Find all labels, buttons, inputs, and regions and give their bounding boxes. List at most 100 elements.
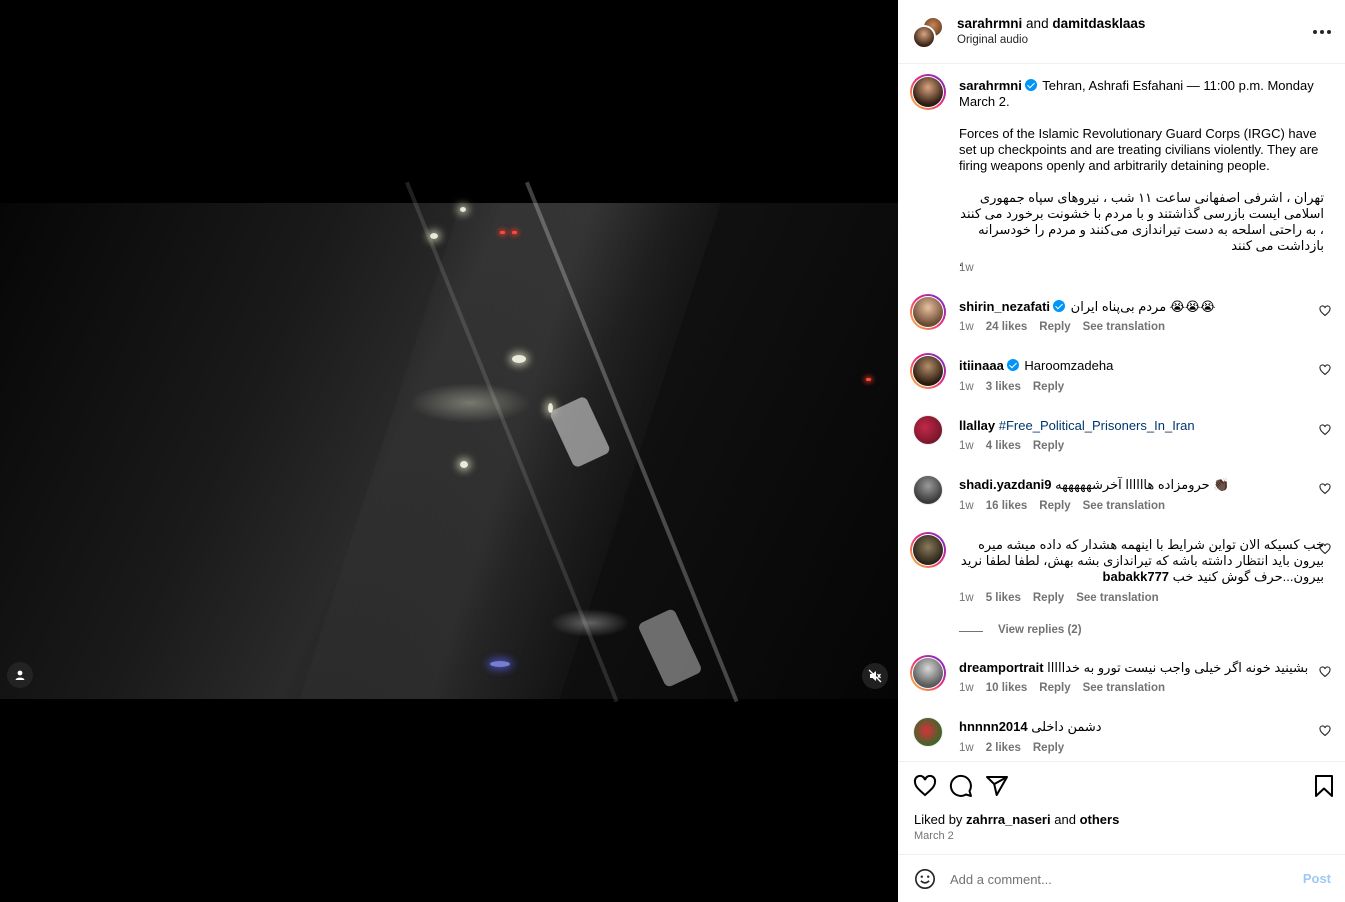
caption-time[interactable]: 1w (959, 262, 974, 274)
comment-likes[interactable]: 2 likes (986, 742, 1021, 754)
comment-avatar[interactable] (913, 415, 943, 445)
see-translation-button[interactable]: See translation (1083, 682, 1165, 694)
comment-username[interactable]: babakk777 (1103, 569, 1170, 584)
comment-username[interactable]: itiinaaa (959, 358, 1004, 373)
video-player[interactable] (0, 181, 898, 703)
see-translation-button[interactable]: See translation (1083, 321, 1165, 333)
reply-button[interactable]: Reply (1039, 500, 1070, 512)
comment-username[interactable]: dreamportrait (959, 660, 1044, 675)
mute-button[interactable] (862, 663, 888, 689)
reply-button[interactable]: Reply (1033, 381, 1064, 393)
muted-speaker-icon (868, 669, 882, 683)
comment-hashtag[interactable]: #Free_Political_Prisoners_In_Iran (999, 418, 1195, 433)
reply-button[interactable]: Reply (1033, 592, 1064, 604)
comment-likes[interactable]: 4 likes (986, 440, 1021, 452)
reply-button[interactable]: Reply (1039, 682, 1070, 694)
comment-icon[interactable] (949, 774, 973, 798)
comment-like-heart-icon[interactable] (1319, 424, 1331, 436)
taillight (512, 231, 517, 234)
see-translation-button[interactable]: See translation (1076, 592, 1158, 604)
comment-body: dreamportrait بشینید خونه اگر خیلی واجب … (959, 660, 1324, 676)
caption-line-2: Forces of the Islamic Revolutionary Guar… (959, 126, 1319, 173)
audio-label[interactable]: Original audio (957, 34, 1145, 46)
comment-time[interactable]: 1w (959, 682, 974, 694)
post-button[interactable]: Post (1303, 871, 1331, 886)
share-icon[interactable] (985, 774, 1009, 798)
caption-line-3-end: . (959, 254, 963, 269)
avatar-sarahrmni[interactable] (912, 25, 936, 49)
comment-body: llallay #Free_Political_Prisoners_In_Ira… (959, 418, 1324, 434)
comment-body: itiinaaa Haroomzadeha (959, 358, 1324, 374)
headlight (460, 461, 468, 468)
comment-meta: 1w 24 likes Reply See translation (959, 321, 1165, 333)
post-date[interactable]: March 2 (914, 830, 954, 842)
comment-like-heart-icon[interactable] (1319, 364, 1331, 376)
emoji-icon[interactable] (914, 868, 936, 890)
comment-avatar[interactable] (910, 353, 946, 389)
headlight (430, 233, 438, 239)
comment-meta: 1w 2 likes Reply (959, 742, 1064, 754)
comment-username[interactable]: shadi.yazdani9 (959, 477, 1051, 492)
comment-avatar[interactable] (910, 532, 946, 568)
liked-by-others[interactable]: others (1080, 812, 1120, 827)
comment-avatar[interactable] (910, 655, 946, 691)
header-text: sarahrmni and damitdasklaas Original aud… (957, 16, 1145, 46)
comment-like-heart-icon[interactable] (1319, 483, 1331, 495)
comment-likes[interactable]: 5 likes (986, 592, 1021, 604)
liked-by: Liked by zahrra_naseri and others (914, 812, 1119, 827)
view-replies-button[interactable]: View replies (2) (998, 624, 1082, 636)
comment-likes[interactable]: 10 likes (986, 682, 1028, 694)
caption-line-3: تهران ، اشرفی اصفهانی ساعت ۱۱ شب ، نیروه… (960, 190, 1324, 253)
see-translation-button[interactable]: See translation (1083, 500, 1165, 512)
replies-divider (959, 631, 983, 632)
header-username-1[interactable]: sarahrmni (957, 16, 1022, 31)
comment-likes[interactable]: 24 likes (986, 321, 1028, 333)
comment-likes[interactable]: 3 likes (986, 381, 1021, 393)
reply-button[interactable]: Reply (1033, 742, 1064, 754)
comment-time[interactable]: 1w (959, 592, 974, 604)
comment-time[interactable]: 1w (959, 742, 974, 754)
comment-time[interactable]: 1w (959, 321, 974, 333)
taillight (866, 378, 871, 381)
verified-badge-icon (1006, 359, 1019, 371)
comment-like-heart-icon[interactable] (1319, 725, 1331, 737)
post-side-panel: sarahrmni and damitdasklaas Original aud… (898, 0, 1345, 902)
tagged-users-button[interactable] (7, 662, 33, 688)
post-header: sarahrmni and damitdasklaas Original aud… (898, 0, 1345, 64)
comment-username[interactable]: hnnnn2014 (959, 719, 1028, 734)
comment-username[interactable]: shirin_nezafati (959, 299, 1050, 314)
comment-likes[interactable]: 16 likes (986, 500, 1028, 512)
caption-avatar[interactable] (910, 74, 946, 110)
comment-time[interactable]: 1w (959, 381, 974, 393)
header-username-2[interactable]: damitdasklaas (1052, 16, 1145, 31)
comment-text: بشینید خونه اگر خیلی واجب نیست تورو به خ… (1047, 660, 1309, 675)
comment-avatar[interactable] (913, 717, 943, 747)
reply-button[interactable]: Reply (1039, 321, 1070, 333)
comment-username[interactable]: llallay (959, 418, 995, 433)
more-options-icon[interactable] (1313, 30, 1331, 34)
comment-like-heart-icon[interactable] (1319, 305, 1331, 317)
heart-icon[interactable] (913, 774, 937, 798)
comment-time[interactable]: 1w (959, 500, 974, 512)
comment-like-heart-icon[interactable] (1319, 543, 1331, 555)
comments-list[interactable]: sarahrmni Tehran, Ashrafi Esfahani — 11:… (898, 64, 1345, 761)
media-area (0, 0, 898, 902)
caption: sarahrmni Tehran, Ashrafi Esfahani — 11:… (959, 78, 1324, 270)
user-icon (15, 670, 25, 680)
comment-time[interactable]: 1w (959, 440, 974, 452)
comment-avatar[interactable] (910, 294, 946, 330)
comment-input[interactable] (950, 869, 1290, 889)
reply-button[interactable]: Reply (1033, 440, 1064, 452)
comment-meta: 1w 3 likes Reply (959, 381, 1064, 393)
headlight (512, 355, 526, 363)
liked-by-user[interactable]: zahrra_naseri (966, 812, 1051, 827)
header-connector: and (1026, 16, 1049, 31)
bookmark-icon[interactable] (1312, 774, 1336, 798)
comment-text: دشمن داخلی (1031, 719, 1102, 734)
comment-like-heart-icon[interactable] (1319, 666, 1331, 678)
collab-avatars[interactable] (912, 16, 944, 49)
comment-meta: 1w 5 likes Reply See translation (959, 592, 1159, 604)
comment-avatar[interactable] (913, 475, 943, 505)
comment-body: hnnnn2014 دشمن داخلی (959, 719, 1324, 735)
caption-username[interactable]: sarahrmni (959, 78, 1022, 93)
